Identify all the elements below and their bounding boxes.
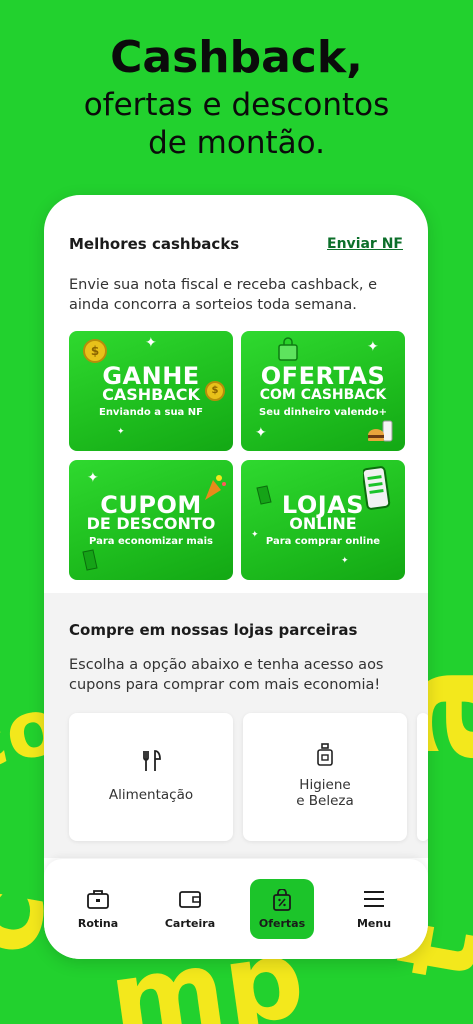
category-label: Alimentação [108,787,194,803]
perfume-bottle-icon [243,743,407,773]
cashbacks-description: Envie sua nota fiscal e receba cashback,… [69,277,378,313]
earn-cashback-card[interactable]: $ ✦ $ ✦ GANHE CASHBACK Enviando a sua NF [69,331,233,451]
category-card-food[interactable]: Alimentação [69,713,233,841]
cashbacks-section: Melhores cashbacks Enviar NF Envie sua n… [44,195,428,593]
sparkle-icon: ✦ [145,335,157,351]
partner-categories-carousel[interactable]: Alimentação Higiene e Beleza [69,713,428,841]
category-label-line-2: e Beleza [296,793,354,809]
card-subtitle-big: COM CASHBACK [259,387,387,403]
category-label-line-1: Higiene [299,777,351,793]
promo-headline: Cashback, ofertas e descontos de montão. [0,30,473,162]
headline-line-3: de montão. [148,125,325,161]
category-label: Higiene e Beleza [243,777,407,809]
card-caption: Seu dinheiro valendo+ [259,407,387,418]
headline-line-1: Cashback, [110,32,363,83]
card-subtitle-big: ONLINE [289,514,357,533]
shopping-bag-icon [278,337,298,361]
cashbacks-title: Melhores cashbacks [69,235,240,253]
cashback-cards-grid: $ ✦ $ ✦ GANHE CASHBACK Enviando a sua NF… [69,331,405,580]
nav-item-menu[interactable]: Menu [342,879,406,939]
nav-item-ofertas[interactable]: Ofertas [250,879,314,939]
cashback-offers-card[interactable]: ✦ ✦ OFERTAS COM CASHBACK Seu dinheiro va… [241,331,405,451]
shopping-bag-percent-icon [250,889,314,911]
headline-line-2: ofertas e descontos [83,87,390,123]
bottom-navigation: Rotina Carteira Ofertas Menu [44,859,428,959]
sparkle-icon: ✦ [341,556,349,566]
partners-title: Compre em nossas lojas parceiras [69,621,358,639]
coin-icon: $ [83,339,107,363]
send-nf-link[interactable]: Enviar NF [327,236,403,252]
phone-screen: Melhores cashbacks Enviar NF Envie sua n… [44,195,428,959]
sparkle-icon: ✦ [117,427,125,437]
card-subtitle-big: CASHBACK [102,385,200,404]
utensils-icon [69,749,233,779]
partners-description: Escolha a opção abaixo e tenha acesso ao… [69,657,384,693]
category-card-hygiene-beauty[interactable]: Higiene e Beleza [243,713,407,841]
card-caption: Para comprar online [265,536,381,547]
briefcase-icon [66,889,130,911]
wallet-icon [158,889,222,911]
nav-item-carteira[interactable]: Carteira [158,879,222,939]
online-stores-card[interactable]: ✦ ✦ LOJAS ONLINE Para comprar online [241,460,405,580]
discount-coupon-card[interactable]: ✦ CUPOM DE DESCONTO Para economizar mais [69,460,233,580]
partner-stores-section: Compre em nossas lojas parceiras Escolha… [44,593,428,858]
nav-label: Rotina [77,917,119,930]
card-caption: Para economizar mais [89,536,213,547]
card-caption: Enviando a sua NF [98,407,203,418]
nav-label: Menu [356,917,392,930]
hamburger-menu-icon [342,889,406,911]
burger-drink-icon [368,420,393,442]
sparkle-icon: ✦ [255,425,267,441]
price-tag-icon [82,549,98,571]
sparkle-icon: ✦ [87,470,99,486]
category-card-partial[interactable] [417,713,428,841]
nav-label: Ofertas [258,917,306,930]
card-subtitle-big: DE DESCONTO [86,514,216,533]
nav-label: Carteira [164,917,216,930]
sparkle-icon: ✦ [367,339,379,355]
nav-item-rotina[interactable]: Rotina [66,879,130,939]
